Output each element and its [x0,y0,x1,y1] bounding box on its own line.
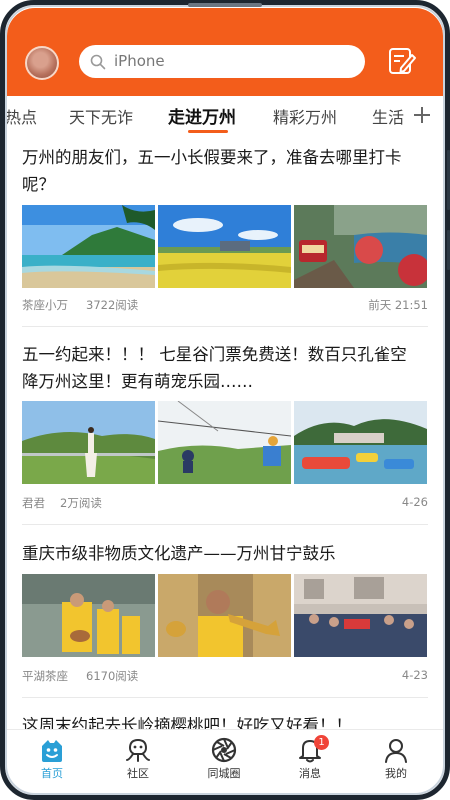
article-image[interactable] [22,401,155,484]
tab-hot[interactable]: 热点 [7,104,37,128]
search-icon [90,54,106,70]
user-icon [385,739,407,763]
tab-life[interactable]: 生活 [372,104,404,128]
tab-explore-wanzhou[interactable]: 走进万州 [168,103,236,128]
notification-badge: 1 [314,735,329,750]
category-tabs: 热点 天下无诈 走进万州 精彩万州 生活 [7,96,443,138]
add-tab-icon[interactable] [413,106,431,124]
active-tab-indicator [188,130,228,133]
tab-wonderful-wanzhou[interactable]: 精彩万州 [273,104,337,128]
phone-speaker [188,3,262,7]
nav-profile-label: 我的 [385,767,407,780]
avatar[interactable] [25,46,59,80]
article-image[interactable] [158,574,291,657]
search-placeholder: iPhone [114,52,165,70]
article-image[interactable] [294,401,427,484]
nav-home-label: 首页 [41,767,63,780]
nav-city-circle-label: 同城圈 [207,767,241,780]
article-image[interactable] [294,574,427,657]
nav-profile[interactable]: 我的 [356,730,436,790]
nav-city-circle[interactable]: 同城圈 [184,730,264,790]
article-title[interactable]: 五一约起来！！！ 七星谷门票免费送！数百只孔雀空降万州这里！更有萌宠乐园…… [22,341,422,395]
article-time: 前天 21:51 [368,298,428,312]
article-time: 4-26 [401,495,428,509]
article-images [22,205,428,289]
article-source[interactable]: 茶座小万 [22,297,68,313]
article-image[interactable] [158,401,291,484]
aperture-icon [211,737,237,763]
article-meta: 平湖茶座 6170阅读 4-23 [22,668,428,684]
article-source[interactable]: 平湖茶座 [22,668,68,684]
nav-messages[interactable]: 1 消息 [270,730,350,790]
search-input[interactable]: iPhone [79,45,365,78]
article-image[interactable] [22,205,155,288]
article-source[interactable]: 君君 [22,495,45,511]
article-reads: 2万阅读 [60,496,102,510]
app-header: iPhone [7,8,443,96]
tab-anti-fraud[interactable]: 天下无诈 [69,104,133,128]
nav-home[interactable]: 首页 [12,730,92,790]
app-screen: iPhone 热点 天下无诈 走进万州 精彩万州 生活 万州的朋友们，五一小长假… [7,8,443,792]
community-icon [126,738,150,762]
edit-icon[interactable] [387,46,417,76]
article-meta: 君君 2万阅读 4-26 [22,495,428,511]
article-reads: 3722阅读 [86,298,139,312]
divider [22,326,428,327]
article-image[interactable] [294,205,427,288]
nav-community-label: 社区 [127,767,149,780]
article-images [22,574,428,658]
divider [22,524,428,525]
divider [22,697,428,698]
article-reads: 6170阅读 [86,669,139,683]
article-time: 4-23 [401,668,428,682]
article-image[interactable] [158,205,291,288]
article-meta: 茶座小万 3722阅读 前天 21:51 [22,297,428,313]
bottom-navigation: 首页 社区 同城圈 1 消息 我的 [7,729,443,792]
article-title[interactable]: 重庆市级非物质文化遗产——万州甘宁鼓乐 [22,540,422,567]
article-title[interactable]: 万州的朋友们，五一小长假要来了，准备去哪里打卡呢？ [22,144,422,198]
nav-community[interactable]: 社区 [98,730,178,790]
article-images [22,401,428,485]
article-image[interactable] [22,574,155,657]
home-face-icon [42,740,62,762]
nav-messages-label: 消息 [299,767,321,780]
